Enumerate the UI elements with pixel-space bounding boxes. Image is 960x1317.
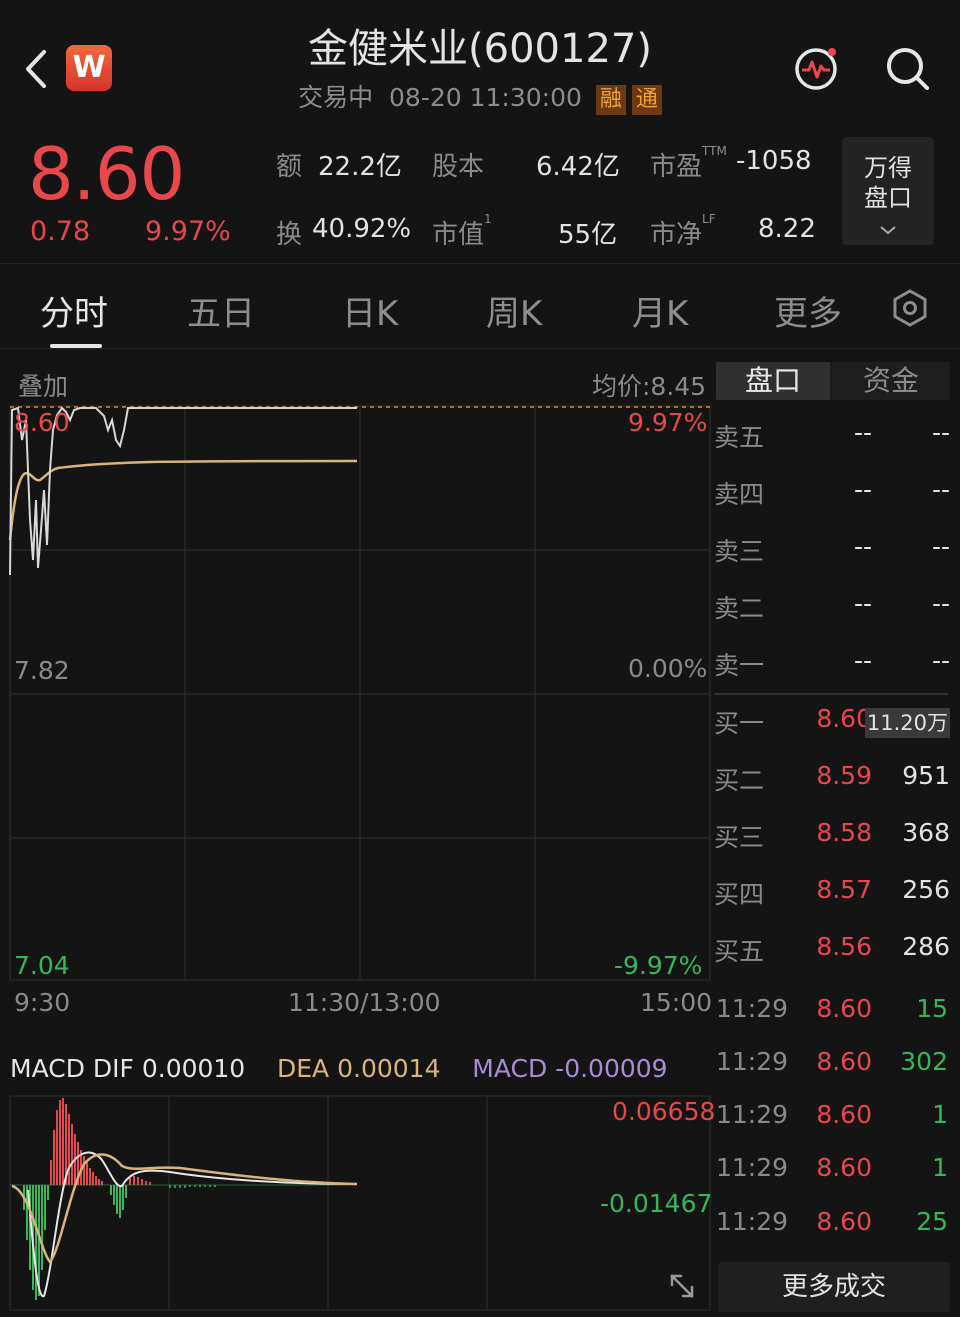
trade-row: 11:29 8.60 1 <box>716 1153 948 1182</box>
price-change: 0.78 <box>30 216 91 247</box>
ask-row-4: 卖四 -- -- <box>714 475 950 509</box>
settings-icon[interactable] <box>890 288 930 328</box>
macd-macd-label: MACD -0.00009 <box>472 1054 668 1083</box>
pe-value: -1058 <box>736 146 812 176</box>
ask-row-1: 卖一 -- -- <box>714 646 950 680</box>
expand-icon[interactable] <box>664 1268 700 1304</box>
turnover-rate-label: 换 <box>276 220 303 250</box>
y-mid-price: 7.82 <box>14 656 70 685</box>
trade-row: 11:29 8.60 25 <box>716 1207 948 1236</box>
y-min-price: 7.04 <box>14 951 70 980</box>
price-change-pct: 9.97% <box>145 216 231 247</box>
intraday-chart[interactable] <box>0 350 712 1317</box>
y-max-price: 8.60 <box>14 408 70 437</box>
orderbook-divider <box>714 693 948 695</box>
pb-label: 市净LF <box>650 212 716 250</box>
share-capital-label: 股本 <box>432 152 485 182</box>
trade-row: 11:29 8.60 302 <box>716 1047 948 1076</box>
bid-row-3: 买三 8.58 368 <box>714 818 950 852</box>
y-min-pct: -9.97% <box>614 951 703 980</box>
bid-row-1: 买一 8.60 11.20万 <box>714 704 950 738</box>
ask-row-3: 卖三 -- -- <box>714 532 950 566</box>
macd-min-value: -0.01467 <box>600 1189 713 1218</box>
connect-tag: 通 <box>631 85 662 115</box>
trade-row: 11:29 8.60 1 <box>716 1100 948 1129</box>
x-time-start: 9:30 <box>14 988 71 1017</box>
bid-row-5: 买五 8.56 286 <box>714 932 950 966</box>
last-price: 8.60 <box>28 132 185 216</box>
y-mid-pct: 0.00% <box>628 654 708 683</box>
trade-status: 交易中 <box>298 83 374 112</box>
wind-depth-button[interactable]: 万得 盘口 <box>842 137 934 245</box>
tab-orderbook[interactable]: 盘口 <box>716 362 830 400</box>
x-time-mid: 11:30/13:00 <box>288 988 441 1017</box>
macd-legend[interactable]: MACD DIF 0.00010 DEA 0.00014 MACD -0.000… <box>10 1054 668 1083</box>
more-trades-button[interactable]: 更多成交 <box>718 1262 950 1312</box>
pulse-icon[interactable] <box>792 44 840 92</box>
turnover-rate-value: 40.92% <box>312 214 412 244</box>
market-cap-label: 市值1 <box>432 212 492 250</box>
avg-price-label: 均价:8.45 <box>592 372 707 401</box>
bid-row-4: 买四 8.57 256 <box>714 875 950 909</box>
tab-weekly-k[interactable]: 周K <box>486 286 542 335</box>
macd-dea-label: DEA 0.00014 <box>277 1054 441 1083</box>
ask-row-5: 卖五 -- -- <box>714 418 950 452</box>
y-max-pct: 9.97% <box>628 408 708 437</box>
amount-label: 额 <box>276 152 303 182</box>
pb-value: 8.22 <box>758 214 816 244</box>
divider <box>0 263 960 264</box>
margin-tag: 融 <box>595 85 626 115</box>
divider <box>0 348 960 349</box>
tab-more[interactable]: 更多 <box>774 286 842 335</box>
share-capital-value: 6.42亿 <box>536 152 620 182</box>
macd-max-value: 0.06658 <box>612 1097 716 1126</box>
trade-row: 11:29 8.60 15 <box>716 994 948 1023</box>
tab-daily-k[interactable]: 日K <box>342 286 398 335</box>
market-cap-value: 55亿 <box>558 220 618 250</box>
overlay-button[interactable]: 叠加 <box>18 367 68 403</box>
tab-five-day[interactable]: 五日 <box>187 286 255 335</box>
ask-row-2: 卖二 -- -- <box>714 589 950 623</box>
tab-intraday[interactable]: 分时 <box>40 286 108 335</box>
chart-grid <box>9 405 711 981</box>
tab-fund-flow[interactable]: 资金 <box>834 362 948 400</box>
avg-price-line <box>8 459 358 541</box>
pe-label: 市盈TTM <box>650 144 727 182</box>
chevron-down-icon <box>880 226 896 235</box>
tab-monthly-k[interactable]: 月K <box>632 286 688 335</box>
amount-value: 22.2亿 <box>318 152 402 182</box>
trade-datetime: 08-20 11:30:00 <box>389 83 582 112</box>
x-time-end: 15:00 <box>640 988 713 1017</box>
search-icon[interactable] <box>884 44 932 92</box>
bid-row-2: 买二 8.59 951 <box>714 761 950 795</box>
macd-dif-label: MACD DIF 0.00010 <box>10 1054 246 1083</box>
